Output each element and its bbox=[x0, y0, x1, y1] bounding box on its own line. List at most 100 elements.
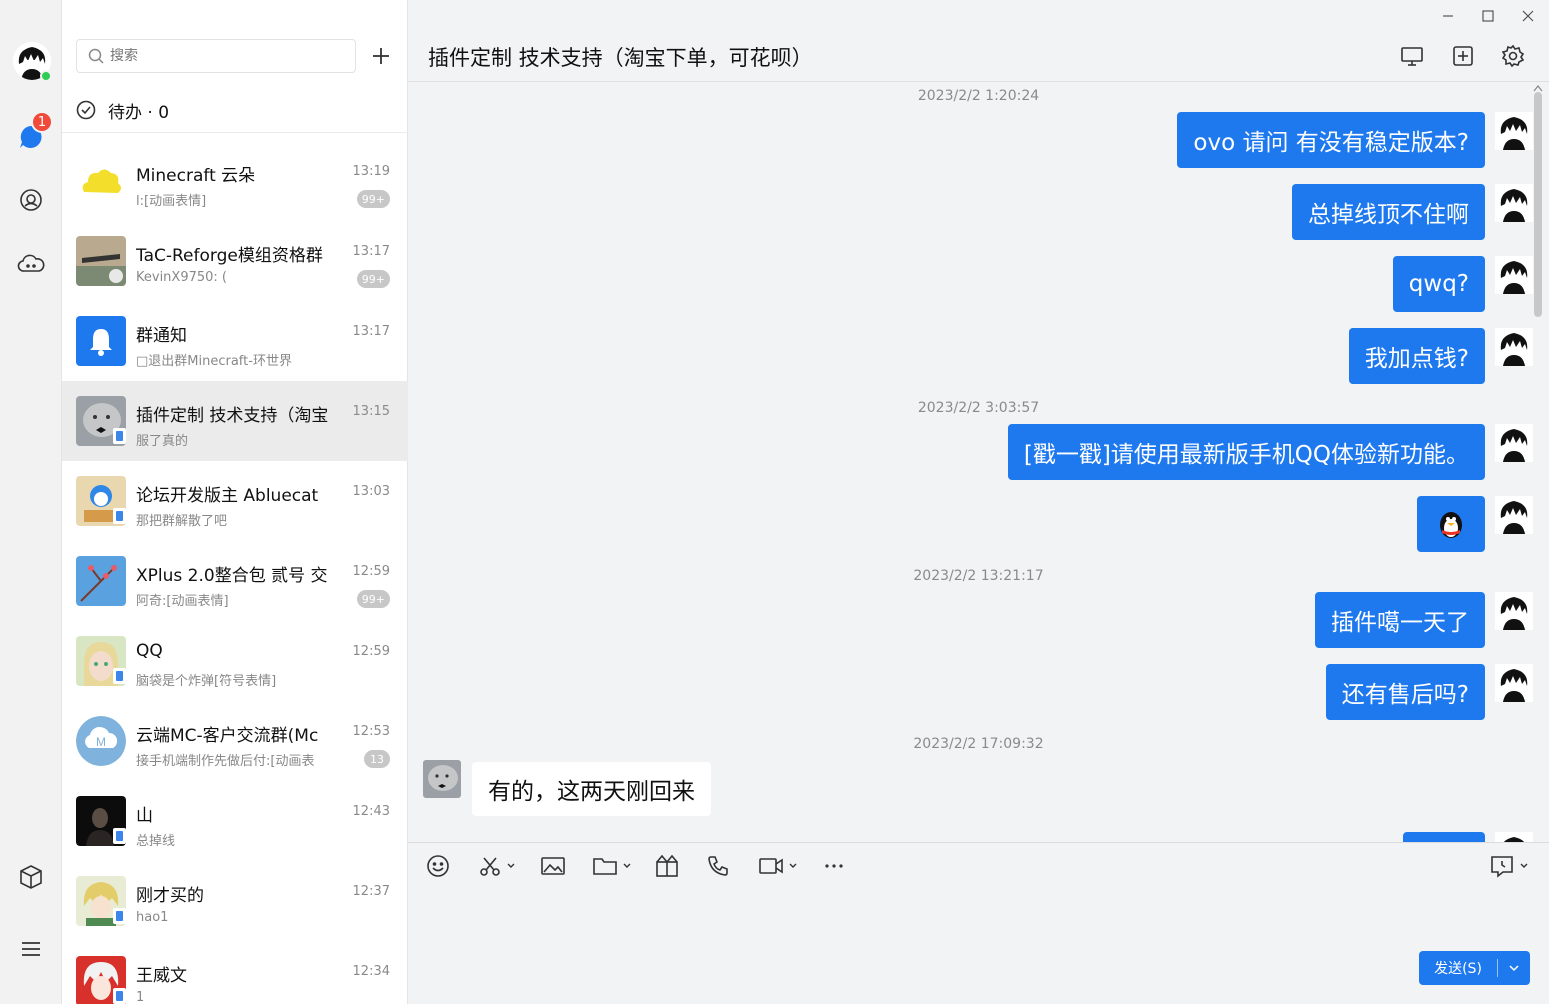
conversation-item[interactable]: 群通知 □退出群Minecraft-环世界 13:17 bbox=[62, 301, 408, 381]
conversation-item[interactable]: 王威文 1 12:34 bbox=[62, 941, 408, 1004]
image-button[interactable] bbox=[540, 852, 566, 880]
my-message-avatar[interactable] bbox=[1495, 184, 1533, 222]
chat-history-button[interactable] bbox=[1489, 852, 1529, 880]
conversation-last-message: 总掉线 bbox=[136, 834, 176, 849]
unread-count-badge: 13 bbox=[364, 750, 390, 768]
phone-icon bbox=[708, 856, 728, 876]
scrollbar-thumb[interactable] bbox=[1534, 92, 1542, 317]
conversation-time: 13:17 bbox=[352, 324, 390, 339]
conversation-name: 刚才买的 bbox=[136, 886, 204, 906]
unread-count-badge: 99+ bbox=[356, 190, 390, 208]
video-call-button[interactable] bbox=[758, 852, 798, 880]
voice-call-button[interactable] bbox=[706, 852, 730, 880]
add-button[interactable] bbox=[367, 42, 395, 70]
my-message-avatar[interactable] bbox=[1495, 832, 1533, 842]
file-button[interactable] bbox=[592, 852, 632, 880]
svg-text:M: M bbox=[96, 735, 106, 749]
my-message-avatar[interactable] bbox=[1495, 424, 1533, 462]
outgoing-message[interactable]: ovo 请问 有没有稳定版本? bbox=[1177, 112, 1485, 168]
screenshot-button[interactable] bbox=[478, 852, 516, 880]
message-input[interactable] bbox=[424, 888, 1524, 948]
minimize-icon[interactable] bbox=[1438, 6, 1458, 26]
peer-message-avatar[interactable] bbox=[423, 760, 461, 798]
my-message-avatar[interactable] bbox=[1495, 664, 1533, 702]
contacts-icon[interactable] bbox=[16, 185, 46, 215]
conversation-time: 12:43 bbox=[352, 804, 390, 819]
search-field[interactable] bbox=[76, 39, 356, 73]
conversation-item[interactable]: Minecraft 云朵 l:[动画表情] 13:19 99+ bbox=[62, 141, 408, 221]
outgoing-message[interactable]: 总掉线顶不住啊 bbox=[1292, 184, 1485, 240]
outgoing-message-partial[interactable] bbox=[1403, 832, 1485, 842]
conversation-last-message: 服了真的 bbox=[136, 434, 189, 449]
check-circle-icon bbox=[76, 100, 96, 120]
app-box-icon[interactable] bbox=[16, 862, 46, 892]
conversation-name: 论坛开发版主 Abluecat bbox=[136, 486, 319, 506]
conversation-item[interactable]: M 云端MC-客户交流群(Mc 接手机端制作先做后付:[动画表 12:53 13 bbox=[62, 701, 408, 781]
todo-label: 待办 · 0 bbox=[108, 102, 170, 123]
conversation-name: 云端MC-客户交流群(Mc bbox=[136, 726, 319, 746]
my-message-avatar[interactable] bbox=[1495, 328, 1533, 366]
conversation-time: 13:19 bbox=[352, 164, 390, 179]
add-member-icon[interactable] bbox=[1450, 43, 1476, 69]
chevron-down-icon bbox=[789, 863, 797, 868]
conversation-last-message: □退出群Minecraft-环世界 bbox=[136, 354, 292, 369]
cloud-icon[interactable] bbox=[16, 249, 46, 279]
more-icon bbox=[825, 864, 843, 868]
conversation-avatar bbox=[76, 556, 126, 606]
chevron-down-icon bbox=[1520, 863, 1528, 868]
outgoing-message[interactable]: qwq? bbox=[1392, 256, 1485, 312]
maximize-icon[interactable] bbox=[1478, 6, 1498, 26]
unread-badge: 1 bbox=[31, 111, 53, 133]
conversation-time: 12:34 bbox=[352, 964, 390, 979]
close-icon[interactable] bbox=[1518, 6, 1538, 26]
emoji-icon bbox=[427, 855, 449, 877]
conversation-last-message: l:[动画表情] bbox=[136, 194, 207, 209]
send-options-button[interactable] bbox=[1498, 951, 1530, 985]
conversation-avatar bbox=[76, 316, 126, 366]
outgoing-message[interactable]: 还有售后吗? bbox=[1325, 664, 1485, 720]
red-packet-button[interactable] bbox=[654, 852, 680, 880]
chevron-down-icon bbox=[623, 863, 631, 868]
conversation-name: QQ bbox=[136, 641, 163, 661]
more-button[interactable] bbox=[822, 852, 846, 880]
outgoing-message[interactable]: 我加点钱? bbox=[1348, 328, 1485, 384]
menu-icon[interactable] bbox=[16, 934, 46, 964]
mobile-online-icon bbox=[113, 988, 126, 1004]
emoji-button[interactable] bbox=[426, 852, 450, 880]
search-input[interactable] bbox=[110, 48, 330, 64]
outgoing-message[interactable]: [戳一戳]请使用最新版手机QQ体验新功能。 bbox=[1007, 424, 1485, 480]
conversation-name: TaC-Reforge模组资格群 bbox=[136, 246, 323, 266]
qq-window: 1 待办 · 0 Min bbox=[0, 0, 1549, 1004]
online-status-dot bbox=[40, 70, 52, 82]
conversation-name: 插件定制 技术支持（淘宝 bbox=[136, 406, 328, 426]
my-message-avatar[interactable] bbox=[1495, 592, 1533, 630]
scroll-up-icon[interactable] bbox=[1533, 84, 1543, 92]
outgoing-emoji-message[interactable] bbox=[1417, 496, 1485, 552]
outgoing-message[interactable]: 插件噶一天了 bbox=[1315, 592, 1485, 648]
gift-icon bbox=[656, 854, 678, 877]
conversation-item[interactable]: 山 总掉线 12:43 bbox=[62, 781, 408, 861]
conversation-item[interactable]: XPlus 2.0整合包 贰号 交 阿奇:[动画表情] 12:59 99+ bbox=[62, 541, 408, 621]
conversation-item[interactable]: TaC-Reforge模组资格群 KevinX9750: ( 13:17 99+ bbox=[62, 221, 408, 301]
send-label: 发送(S) bbox=[1434, 961, 1482, 977]
incoming-message[interactable]: 有的，这两天刚回来 bbox=[472, 762, 711, 816]
my-message-avatar[interactable] bbox=[1495, 112, 1533, 150]
send-button[interactable]: 发送(S) bbox=[1419, 951, 1530, 985]
my-message-avatar[interactable] bbox=[1495, 256, 1533, 294]
conversation-item[interactable]: QQ 脑袋是个炸弹[符号表情] 12:59 bbox=[62, 621, 408, 701]
conversation-item[interactable]: 论坛开发版主 Abluecat 那把群解散了吧 13:03 bbox=[62, 461, 408, 541]
conversation-item-selected[interactable]: 插件定制 技术支持（淘宝 服了真的 13:15 bbox=[62, 381, 408, 461]
gear-icon[interactable] bbox=[1500, 43, 1526, 69]
history-icon bbox=[1491, 856, 1513, 878]
unread-count-badge: 99+ bbox=[356, 590, 390, 608]
conversation-time: 13:15 bbox=[352, 404, 390, 419]
conversation-time: 12:59 bbox=[352, 644, 390, 659]
screen-share-icon[interactable] bbox=[1399, 43, 1425, 69]
conversation-last-message: 阿奇:[动画表情] bbox=[136, 594, 229, 609]
my-message-avatar[interactable] bbox=[1495, 496, 1533, 534]
todo-entry[interactable]: 待办 · 0 bbox=[76, 98, 170, 123]
conversation-avatar: M bbox=[76, 716, 126, 766]
conversation-item[interactable]: 刚才买的 hao1 12:37 bbox=[62, 861, 408, 941]
mobile-online-icon bbox=[113, 508, 126, 524]
message-list[interactable]: 2023/2/2 1:20:24 ovo 请问 有没有稳定版本? 总掉线顶不住啊… bbox=[408, 82, 1549, 842]
